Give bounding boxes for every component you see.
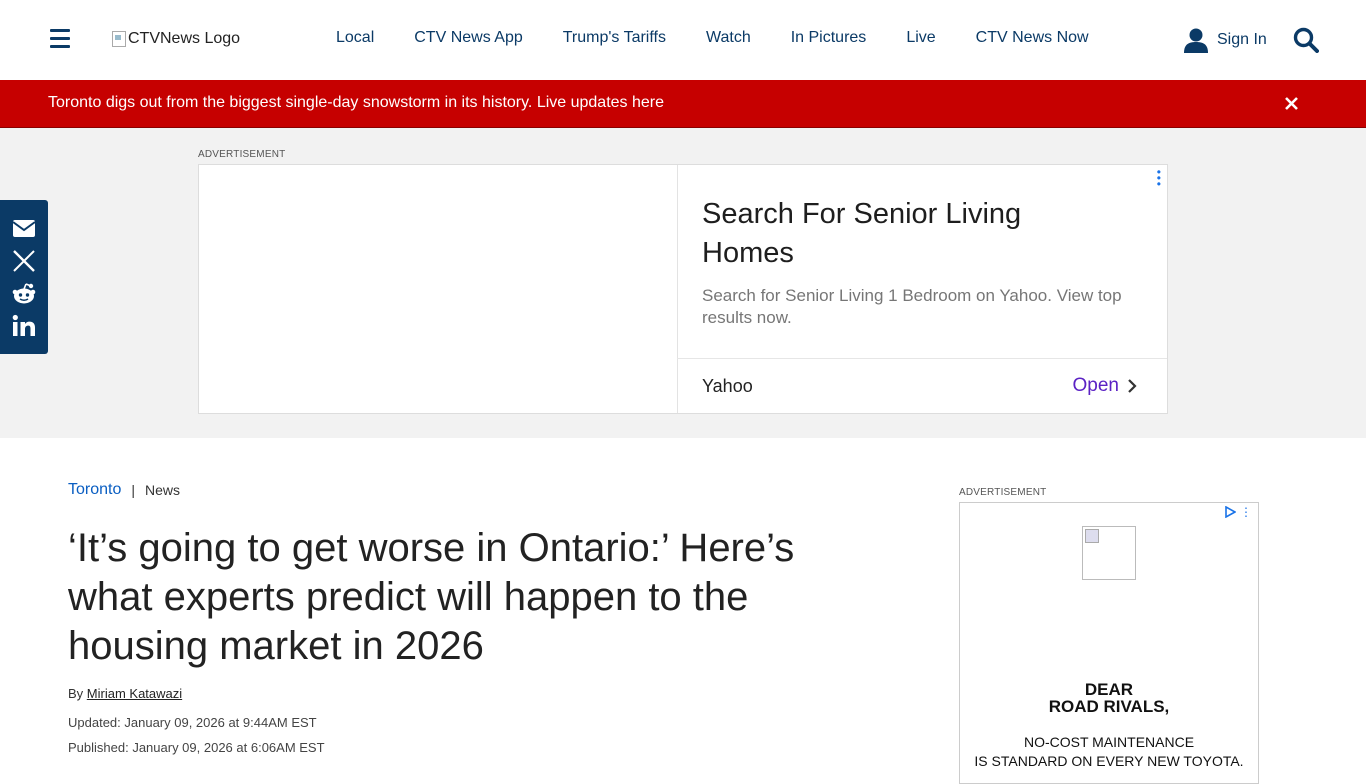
reddit-icon[interactable] — [12, 282, 36, 306]
site-logo[interactable]: CTVNews Logo — [112, 30, 240, 48]
search-icon[interactable] — [1293, 27, 1319, 58]
broken-image-icon — [112, 31, 126, 47]
email-icon[interactable] — [12, 216, 36, 240]
broken-image-icon — [1082, 526, 1136, 580]
byline-prefix: By — [68, 686, 84, 701]
logo-alt-text: CTVNews Logo — [128, 30, 241, 47]
side-ad-copy: NO-COST MAINTENANCE IS STANDARD ON EVERY… — [960, 733, 1258, 771]
breadcrumb-section-link[interactable]: Toronto — [68, 481, 121, 499]
ad-footer: Yahoo Open — [677, 358, 1167, 414]
nav-local[interactable]: Local — [336, 29, 374, 47]
x-icon[interactable] — [12, 249, 36, 273]
breaking-alert-banner: Toronto digs out from the biggest single… — [0, 80, 1366, 128]
linkedin-icon[interactable] — [12, 314, 36, 338]
menu-icon[interactable] — [50, 29, 70, 49]
chevron-right-icon — [1128, 379, 1137, 393]
site-header: CTVNews Logo Local CTV News App Trump's … — [0, 0, 1366, 80]
breadcrumb-category: News — [145, 482, 181, 498]
side-ad-headline: DEAR ROAD RIVALS, — [960, 681, 1258, 715]
adchoices-icon[interactable]: ⋮ — [1225, 505, 1252, 519]
ad-description: Search for Senior Living 1 Bedroom on Ya… — [702, 286, 1122, 327]
user-icon — [1184, 28, 1208, 53]
author-link[interactable]: Miriam Katawazi — [87, 686, 182, 701]
ad-open-button[interactable]: Open — [1073, 375, 1137, 397]
side-ad-small1: NO-COST MAINTENANCE — [1023, 734, 1195, 750]
nav-ctv-news-now[interactable]: CTV News Now — [976, 29, 1089, 47]
nav-live[interactable]: Live — [906, 29, 935, 47]
side-ad-label: ADVERTISEMENT — [959, 487, 1047, 498]
ad-brand: Yahoo — [702, 376, 753, 396]
top-ad[interactable]: • • • Search For Senior Living Homes Searc… — [198, 164, 1168, 414]
alert-link[interactable]: Toronto digs out from the biggest single… — [48, 94, 664, 112]
main-nav: Local CTV News App Trump's Tariffs Watch… — [336, 29, 1129, 47]
ad-label: ADVERTISEMENT — [198, 149, 286, 160]
sign-in-label: Sign In — [1217, 31, 1267, 48]
side-ad-line1: DEAR — [1084, 680, 1134, 699]
nav-in-pictures[interactable]: In Pictures — [791, 29, 867, 47]
ad-open-label: Open — [1072, 375, 1119, 396]
side-ad-line2: ROAD RIVALS, — [1048, 697, 1170, 716]
published-timestamp: Published: January 09, 2026 at 6:06AM ES… — [68, 740, 325, 755]
updated-timestamp: Updated: January 09, 2026 at 9:44AM EST — [68, 715, 317, 730]
side-ad[interactable]: ⋮ DEAR ROAD RIVALS, NO-COST MAINTENANCE … — [959, 502, 1259, 784]
close-icon[interactable] — [1284, 96, 1299, 116]
share-rail — [0, 200, 48, 354]
ad-options-icon[interactable]: ⋮ — [1240, 505, 1252, 519]
breadcrumb-separator: | — [131, 482, 136, 498]
ad-headline[interactable]: Search For Senior Living Homes — [702, 195, 1102, 273]
breadcrumb: Toronto | News — [68, 481, 180, 499]
sign-in-button[interactable]: Sign In — [1183, 27, 1267, 53]
ad-options-icon[interactable]: • • • — [1157, 166, 1161, 190]
nav-watch[interactable]: Watch — [706, 29, 751, 47]
top-ad-band: ADVERTISEMENT • • • Search For Senior Livi… — [0, 128, 1366, 438]
ad-image-placeholder — [199, 165, 678, 413]
nav-trumps-tariffs[interactable]: Trump's Tariffs — [563, 29, 666, 47]
nav-ctv-news-app[interactable]: CTV News App — [414, 29, 522, 47]
side-ad-small2: IS STANDARD ON EVERY NEW TOYOTA. — [974, 753, 1244, 769]
article-title: ‘It’s going to get worse in Ontario:’ He… — [68, 526, 795, 668]
byline: By Miriam Katawazi — [68, 686, 182, 701]
